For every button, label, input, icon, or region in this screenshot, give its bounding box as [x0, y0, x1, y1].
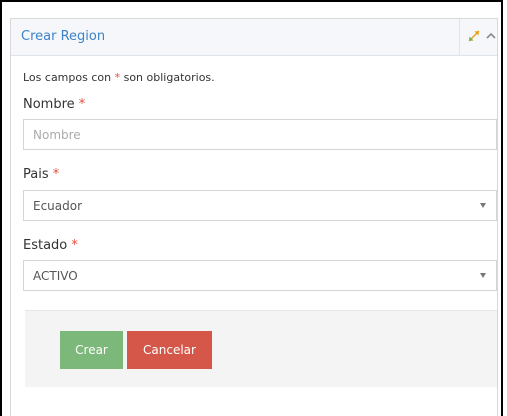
header-divider — [459, 19, 460, 55]
estado-label-text: Estado — [23, 238, 68, 253]
caret-down-icon — [480, 273, 486, 278]
required-note-prefix: Los campos con — [23, 71, 115, 84]
caret-down-icon — [480, 203, 486, 208]
estado-select[interactable]: ACTIVO — [23, 260, 497, 291]
estado-label: Estado * — [23, 238, 78, 253]
chevron-up-icon[interactable] — [485, 28, 497, 44]
form-actions: Crear Cancelar — [25, 310, 497, 387]
required-fields-note: Los campos con * son obligatorios. — [23, 71, 215, 84]
pais-required-star: * — [52, 167, 60, 182]
nombre-label-text: Nombre — [23, 97, 75, 112]
panel-header: Crear Region — [11, 19, 497, 56]
required-note-suffix: son obligatorios. — [120, 71, 215, 84]
expand-icon[interactable] — [466, 28, 482, 44]
estado-selected-value: ACTIVO — [33, 269, 78, 283]
pais-label-text: Pais — [23, 167, 49, 182]
nombre-required-star: * — [78, 97, 86, 112]
cancelar-button[interactable]: Cancelar — [127, 331, 212, 369]
nombre-field-box — [23, 119, 497, 150]
pais-label: Pais * — [23, 167, 59, 182]
nombre-input[interactable] — [24, 120, 496, 149]
nombre-label: Nombre * — [23, 97, 85, 112]
pais-select[interactable]: Ecuador — [23, 190, 497, 221]
estado-required-star: * — [71, 238, 78, 253]
crear-button[interactable]: Crear — [60, 331, 123, 369]
pais-selected-value: Ecuador — [33, 199, 83, 213]
create-region-panel: Crear Region Los campos con * son obliga… — [10, 18, 498, 416]
panel-title: Crear Region — [21, 29, 106, 44]
